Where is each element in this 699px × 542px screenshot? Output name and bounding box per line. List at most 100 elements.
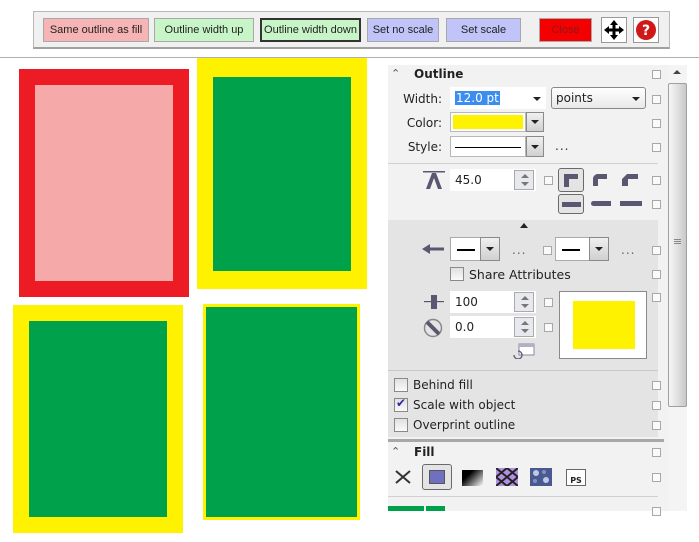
collapse-chevron-icon[interactable]: ⌃ (391, 67, 400, 80)
overprint-outline-pin-checkbox[interactable] (652, 421, 661, 430)
units-dropdown-arrow-icon (632, 97, 640, 101)
start-arrowhead-dropdown[interactable] (480, 237, 500, 261)
units-select[interactable]: points (551, 87, 646, 109)
nib-angle-spinner[interactable] (514, 317, 534, 337)
style-dropdown-button[interactable] (526, 136, 544, 157)
arrowhead-icon (422, 243, 444, 258)
outline-width-up-button[interactable]: Outline width up (154, 18, 254, 42)
nib-angle-value: 0.0 (455, 320, 475, 334)
end-arrowhead-pin-checkbox[interactable] (652, 246, 661, 255)
fill-color-pin-checkbox[interactable] (652, 507, 661, 516)
color-dropdown-button[interactable] (526, 112, 544, 132)
postscript-fill-icon[interactable]: PS (566, 469, 586, 486)
miter-limit-spinner[interactable] (514, 170, 534, 190)
no-fill-icon[interactable] (394, 468, 412, 489)
miter-pin-checkbox[interactable] (544, 176, 553, 185)
style-more-button[interactable]: ... (555, 139, 569, 153)
rectangle-1-fill (35, 85, 173, 281)
behind-fill-pin-checkbox[interactable] (652, 381, 661, 390)
behind-fill-label: Behind fill (413, 378, 473, 392)
color-pin-checkbox[interactable] (652, 119, 661, 128)
expand-arrow-icon[interactable] (520, 223, 528, 228)
units-value: points (556, 91, 593, 105)
solid-line-preview (455, 147, 521, 148)
fill-pin-checkbox[interactable] (652, 448, 661, 457)
rectangle-1-outline[interactable] (19, 69, 189, 297)
square-cap-button[interactable] (619, 196, 643, 212)
nib-angle-icon (422, 318, 444, 341)
miter-corner-button[interactable] (558, 168, 584, 192)
miter-limit-icon (423, 171, 445, 192)
nib-preview (559, 291, 647, 359)
bevel-corner-button[interactable] (620, 171, 640, 189)
scrollbar-thumb[interactable] (668, 83, 687, 407)
width-input[interactable]: 12.0 pt (450, 87, 546, 109)
share-attributes-pin-checkbox[interactable] (652, 270, 661, 279)
uniform-fill-button[interactable] (422, 464, 452, 490)
macro-toolbar: Same outline as fill Outline width up Ou… (33, 11, 670, 49)
fountain-fill-icon[interactable] (462, 470, 483, 486)
set-no-scale-button[interactable]: Set no scale (367, 18, 439, 42)
angle-pin-checkbox[interactable] (544, 323, 553, 332)
outline-color-picker[interactable] (450, 112, 526, 132)
rectangle-2-outline[interactable] (197, 58, 367, 289)
share-attributes-label: Share Attributes (469, 267, 571, 282)
nib-shape-preview (573, 301, 635, 349)
move-arrows-icon[interactable] (601, 17, 627, 43)
outline-pin-checkbox[interactable] (652, 70, 661, 79)
end-arrowhead-preview (562, 249, 580, 251)
caps-pin-checkbox[interactable] (652, 200, 661, 209)
fill-color-swatch-secondary[interactable] (426, 506, 445, 511)
behind-fill-checkbox[interactable] (394, 378, 408, 392)
reset-nib-icon[interactable] (513, 343, 535, 362)
start-arrowhead-preview (457, 249, 475, 251)
line-style-picker[interactable] (450, 136, 526, 157)
scrollbar-grip-icon (674, 239, 681, 240)
close-button[interactable]: Close (539, 18, 592, 42)
rectangle-4-outline[interactable] (203, 304, 360, 520)
help-question-icon[interactable]: ? (633, 17, 659, 43)
scale-with-object-checkbox[interactable] (394, 396, 408, 412)
set-scale-button[interactable]: Set scale (446, 18, 521, 42)
nib-stretch-spinner[interactable] (514, 292, 534, 312)
rectangle-3-fill (29, 321, 167, 517)
object-properties-docker: ⌃ Outline Width: 12.0 pt points Color: S… (388, 65, 668, 516)
fill-section-title: Fill (414, 445, 435, 459)
start-arrowhead-more-button[interactable]: ... (512, 243, 526, 257)
end-arrowhead-dropdown[interactable] (589, 237, 609, 261)
scale-with-object-label: Scale with object (413, 398, 516, 412)
section-divider (388, 163, 658, 164)
color-label: Color: (406, 116, 442, 130)
pattern-fill-icon[interactable] (494, 466, 520, 489)
nib-pin-checkbox[interactable] (652, 293, 661, 302)
style-pin-checkbox[interactable] (652, 143, 661, 152)
width-label: Width: (403, 92, 442, 106)
scroll-up-arrow-icon[interactable] (673, 70, 681, 74)
outline-width-down-button[interactable]: Outline width down (260, 18, 361, 42)
fill-color-swatch[interactable] (388, 506, 424, 511)
scale-with-object-pin-checkbox[interactable] (652, 401, 661, 410)
corners-pin-checkbox[interactable] (652, 176, 661, 185)
round-cap-button[interactable] (589, 196, 613, 212)
same-outline-as-fill-button[interactable]: Same outline as fill (43, 18, 149, 42)
width-pin-checkbox[interactable] (652, 95, 661, 104)
fill-type-pin-checkbox[interactable] (652, 473, 661, 482)
texture-fill-icon[interactable] (530, 468, 552, 489)
miter-limit-value: 45.0 (455, 173, 482, 187)
section-separator (388, 439, 664, 442)
width-dropdown-arrow-icon[interactable] (533, 97, 541, 101)
outline-color-swatch (453, 115, 523, 129)
start-arrowhead-pin-checkbox[interactable] (543, 246, 552, 255)
style-label: Style: (407, 140, 442, 154)
round-corner-button[interactable] (591, 171, 611, 189)
fill-collapse-chevron-icon[interactable]: ⌃ (391, 445, 400, 458)
overprint-outline-label: Overprint outline (413, 418, 516, 432)
share-attributes-checkbox[interactable] (450, 267, 464, 281)
outline-section-title: Outline (414, 67, 464, 81)
uniform-fill-icon (429, 470, 445, 484)
butt-cap-button[interactable] (558, 194, 584, 214)
rectangle-3-outline[interactable] (13, 305, 183, 533)
end-arrowhead-more-button[interactable]: ... (621, 243, 635, 257)
overprint-outline-checkbox[interactable] (394, 418, 408, 432)
stretch-pin-checkbox[interactable] (544, 298, 553, 307)
